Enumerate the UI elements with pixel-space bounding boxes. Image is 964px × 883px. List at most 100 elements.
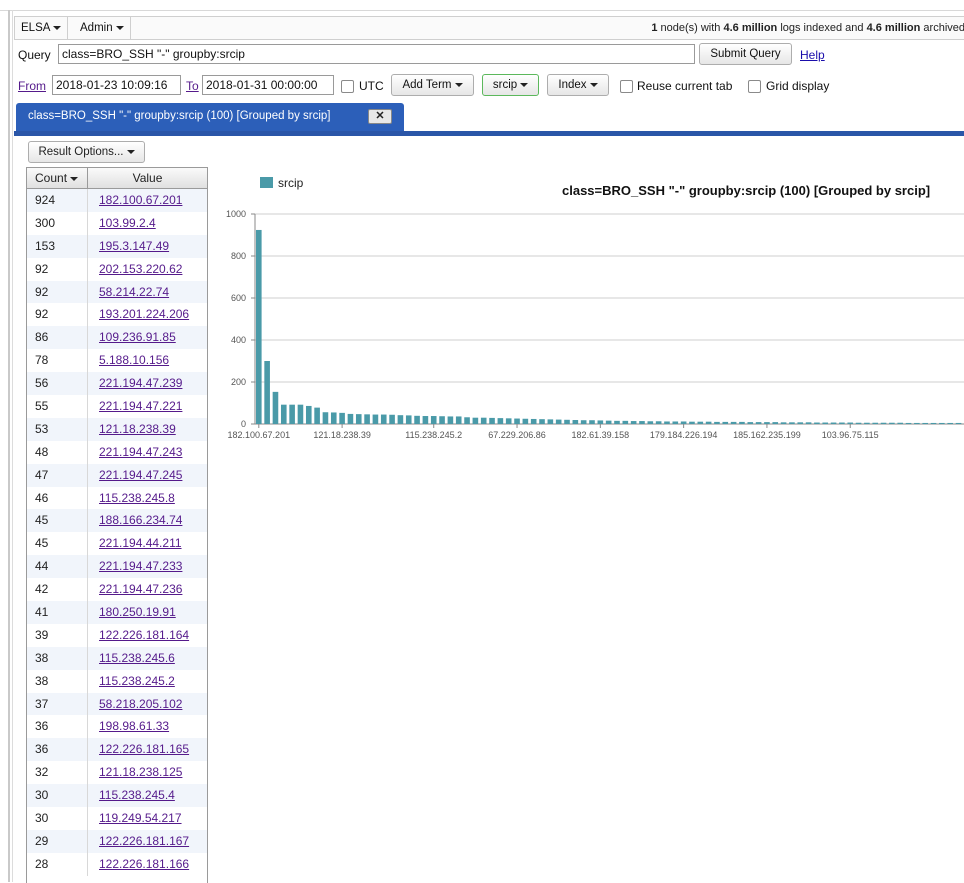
submit-query-button[interactable]: Submit Query xyxy=(699,43,792,65)
grid-display-checkbox[interactable] xyxy=(748,80,761,93)
chevron-down-icon xyxy=(115,25,124,30)
ip-link[interactable]: 202.153.220.62 xyxy=(99,262,182,276)
ip-link[interactable]: 221.194.47.233 xyxy=(99,559,182,573)
ip-link[interactable]: 122.226.181.164 xyxy=(99,628,189,642)
chart-bar xyxy=(614,420,620,424)
count-cell: 55 xyxy=(27,395,88,418)
count-cell: 46 xyxy=(27,486,88,510)
x-tick-label: 121.18.238.39 xyxy=(313,430,371,440)
ip-link[interactable]: 5.188.10.156 xyxy=(99,353,169,367)
ip-link[interactable]: 221.194.47.243 xyxy=(99,445,182,459)
chart-bar xyxy=(305,405,312,424)
bar-chart: srcip class=BRO_SSH "-" groupby:srcip (10… xyxy=(226,176,964,440)
close-icon[interactable]: ✕ xyxy=(368,109,392,124)
chart-bar xyxy=(605,420,612,424)
ip-link[interactable]: 193.201.224.206 xyxy=(99,307,189,321)
chart-bar xyxy=(772,422,779,424)
value-cell: 121.18.238.39 xyxy=(88,418,207,441)
chart-bar xyxy=(464,417,470,424)
ip-link[interactable]: 122.226.181.167 xyxy=(99,834,189,848)
ip-link[interactable]: 122.226.181.165 xyxy=(99,742,189,756)
ip-link[interactable]: 119.249.54.217 xyxy=(99,811,182,825)
window-left-edge xyxy=(8,10,10,882)
value-cell: 5.188.10.156 xyxy=(88,349,207,372)
table-row: 92 58.214.22.74 xyxy=(27,280,207,304)
table-row: 42 221.194.47.236 xyxy=(27,578,207,602)
ip-link[interactable]: 115.238.245.8 xyxy=(99,491,175,505)
value-cell: 115.238.245.8 xyxy=(88,487,207,510)
table-row: 30 115.238.245.4 xyxy=(27,784,207,808)
help-link[interactable]: Help xyxy=(800,48,825,62)
srcip-groupby-button[interactable]: srcip xyxy=(482,74,539,96)
chart-bar xyxy=(514,418,520,424)
ip-link[interactable]: 188.166.234.74 xyxy=(99,513,182,527)
reuse-tab-checkbox[interactable] xyxy=(620,80,633,93)
sort-down-icon xyxy=(70,176,79,181)
table-row: 29 122.226.181.167 xyxy=(27,829,207,853)
count-cell: 47 xyxy=(27,463,88,487)
chart-bar xyxy=(597,420,604,424)
chart-bar xyxy=(447,416,454,424)
utc-checkbox[interactable] xyxy=(341,80,354,93)
elsa-menu[interactable]: ELSA xyxy=(15,17,69,39)
to-date-input[interactable] xyxy=(202,75,334,95)
ip-link[interactable]: 198.98.61.33 xyxy=(99,719,169,733)
table-row: 32 121.18.238.125 xyxy=(27,761,207,785)
index-button[interactable]: Index xyxy=(547,74,609,96)
count-cell: 78 xyxy=(27,349,88,373)
ip-link[interactable]: 221.194.47.239 xyxy=(99,376,182,390)
count-cell: 56 xyxy=(27,372,88,396)
count-column-header[interactable]: Count xyxy=(27,168,88,188)
value-cell: 115.238.245.6 xyxy=(88,647,207,670)
ip-link[interactable]: 109.236.91.85 xyxy=(99,330,176,344)
count-cell: 42 xyxy=(27,578,88,602)
count-cell: 32 xyxy=(27,761,88,785)
ip-link[interactable]: 182.100.67.201 xyxy=(99,193,182,207)
count-cell: 92 xyxy=(27,303,88,327)
chart-bar xyxy=(630,421,637,424)
chart-bar xyxy=(622,420,629,424)
chart-bar xyxy=(705,421,712,424)
count-cell: 38 xyxy=(27,669,88,693)
ip-link[interactable]: 221.194.47.245 xyxy=(99,468,182,482)
count-header-label: Count xyxy=(35,171,68,185)
chart-bar xyxy=(789,422,795,424)
to-link[interactable]: To xyxy=(186,79,199,93)
ip-link[interactable]: 122.226.181.166 xyxy=(99,857,189,871)
ip-link[interactable]: 103.99.2.4 xyxy=(99,216,156,230)
chart-bar xyxy=(847,422,854,424)
ip-link[interactable]: 221.194.47.236 xyxy=(99,582,182,596)
ip-link[interactable]: 115.238.245.4 xyxy=(99,788,175,802)
chart-bar xyxy=(539,419,545,424)
ip-link[interactable]: 58.214.22.74 xyxy=(99,285,169,299)
count-cell: 45 xyxy=(27,509,88,533)
ip-link[interactable]: 221.194.44.211 xyxy=(99,536,182,550)
from-link[interactable]: From xyxy=(18,79,46,93)
y-tick-label: 1000 xyxy=(226,209,246,219)
ip-link[interactable]: 58.218.205.102 xyxy=(99,697,182,711)
chart-bar xyxy=(872,422,879,424)
status-text-3: archived xyxy=(920,22,964,34)
ip-link[interactable]: 221.194.47.221 xyxy=(99,399,182,413)
result-options-button[interactable]: Result Options... xyxy=(28,141,145,163)
tab-query-result[interactable]: class=BRO_SSH "-" groupby:srcip (100) [G… xyxy=(16,103,404,131)
chart-bar xyxy=(505,418,512,424)
ip-link[interactable]: 180.250.19.91 xyxy=(99,605,176,619)
ip-link[interactable]: 115.238.245.6 xyxy=(99,651,175,665)
ip-link[interactable]: 121.18.238.39 xyxy=(99,422,176,436)
ip-link[interactable]: 195.3.147.49 xyxy=(99,239,169,253)
result-tab-bar: class=BRO_SSH "-" groupby:srcip (100) [G… xyxy=(14,103,964,136)
from-date-input[interactable] xyxy=(52,75,181,95)
table-row: 38 115.238.245.2 xyxy=(27,669,207,693)
admin-menu[interactable]: Admin xyxy=(74,17,131,39)
value-cell: 180.250.19.91 xyxy=(88,601,207,624)
value-cell: 188.166.234.74 xyxy=(88,509,207,532)
ip-link[interactable]: 121.18.238.125 xyxy=(99,765,182,779)
query-input[interactable] xyxy=(58,44,695,64)
ip-link[interactable]: 115.238.245.2 xyxy=(99,674,175,688)
status-text-2: logs indexed and xyxy=(777,22,867,34)
count-cell: 92 xyxy=(27,280,88,304)
chart-bar xyxy=(897,422,904,424)
add-term-button[interactable]: Add Term xyxy=(391,74,474,96)
value-column-header[interactable]: Value xyxy=(88,168,207,188)
